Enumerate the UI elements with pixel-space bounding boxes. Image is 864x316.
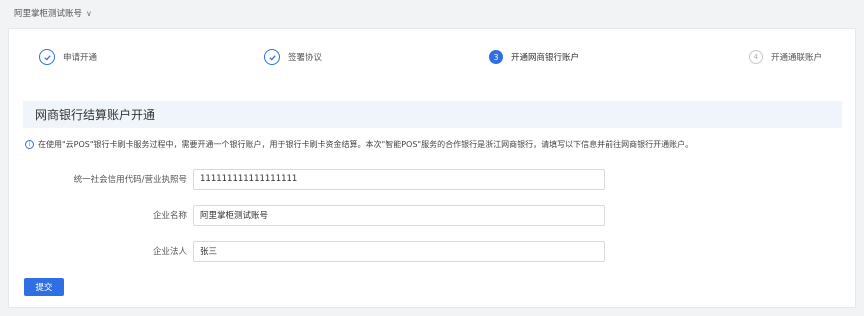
chevron-down-icon: ∨ bbox=[86, 8, 92, 18]
check-icon bbox=[39, 49, 55, 65]
step-number-badge: 4 bbox=[749, 50, 763, 64]
progress-steps: 申请开通 签署协议 3 开通网商银行账户 4 开通通联账户 bbox=[9, 47, 855, 67]
legal-person-label: 企业法人 bbox=[152, 247, 187, 257]
step-apply: 申请开通 bbox=[39, 47, 97, 67]
info-icon: i bbox=[25, 139, 34, 149]
step-label: 签署协议 bbox=[288, 53, 323, 63]
step-label: 开通通联账户 bbox=[771, 53, 823, 63]
form-row-license: 统一社会信用代码/营业执照号 111111111111111111 bbox=[9, 168, 605, 190]
form-row-legal: 企业法人 张三 bbox=[9, 240, 605, 262]
step-number-badge: 3 bbox=[489, 50, 503, 64]
legal-person-input[interactable]: 张三 bbox=[193, 240, 605, 262]
step-label: 开通网商银行账户 bbox=[511, 53, 580, 63]
license-input[interactable]: 111111111111111111 bbox=[193, 168, 605, 190]
step-label: 申请开通 bbox=[63, 53, 98, 63]
license-label: 统一社会信用代码/营业执照号 bbox=[73, 175, 187, 185]
form-row-company: 企业名称 阿里掌柜测试账号 bbox=[9, 204, 605, 226]
main-card: 申请开通 签署协议 3 开通网商银行账户 4 开通通联账户 网商银行结算账户开通… bbox=[8, 28, 856, 308]
company-name-input[interactable]: 阿里掌柜测试账号 bbox=[193, 204, 605, 226]
notice-text: 在使用"云POS"银行卡刷卡服务过程中，需要开通一个银行账户，用于银行卡刷卡资金… bbox=[38, 139, 694, 149]
company-name-label: 企业名称 bbox=[152, 211, 187, 221]
step-open-allinpay-account: 4 开通通联账户 bbox=[749, 47, 822, 67]
account-switcher[interactable]: 阿里掌柜测试账号 ∨ bbox=[0, 0, 864, 26]
step-sign-agreement: 签署协议 bbox=[264, 47, 322, 67]
step-open-mybank-account: 3 开通网商银行账户 bbox=[489, 47, 579, 67]
info-notice: i 在使用"云POS"银行卡刷卡服务过程中，需要开通一个银行账户，用于银行卡刷卡… bbox=[25, 137, 855, 151]
check-icon bbox=[264, 49, 280, 65]
submit-button[interactable]: 提交 bbox=[24, 278, 64, 296]
account-name: 阿里掌柜测试账号 bbox=[14, 9, 83, 19]
section-title: 网商银行结算账户开通 bbox=[23, 101, 842, 128]
